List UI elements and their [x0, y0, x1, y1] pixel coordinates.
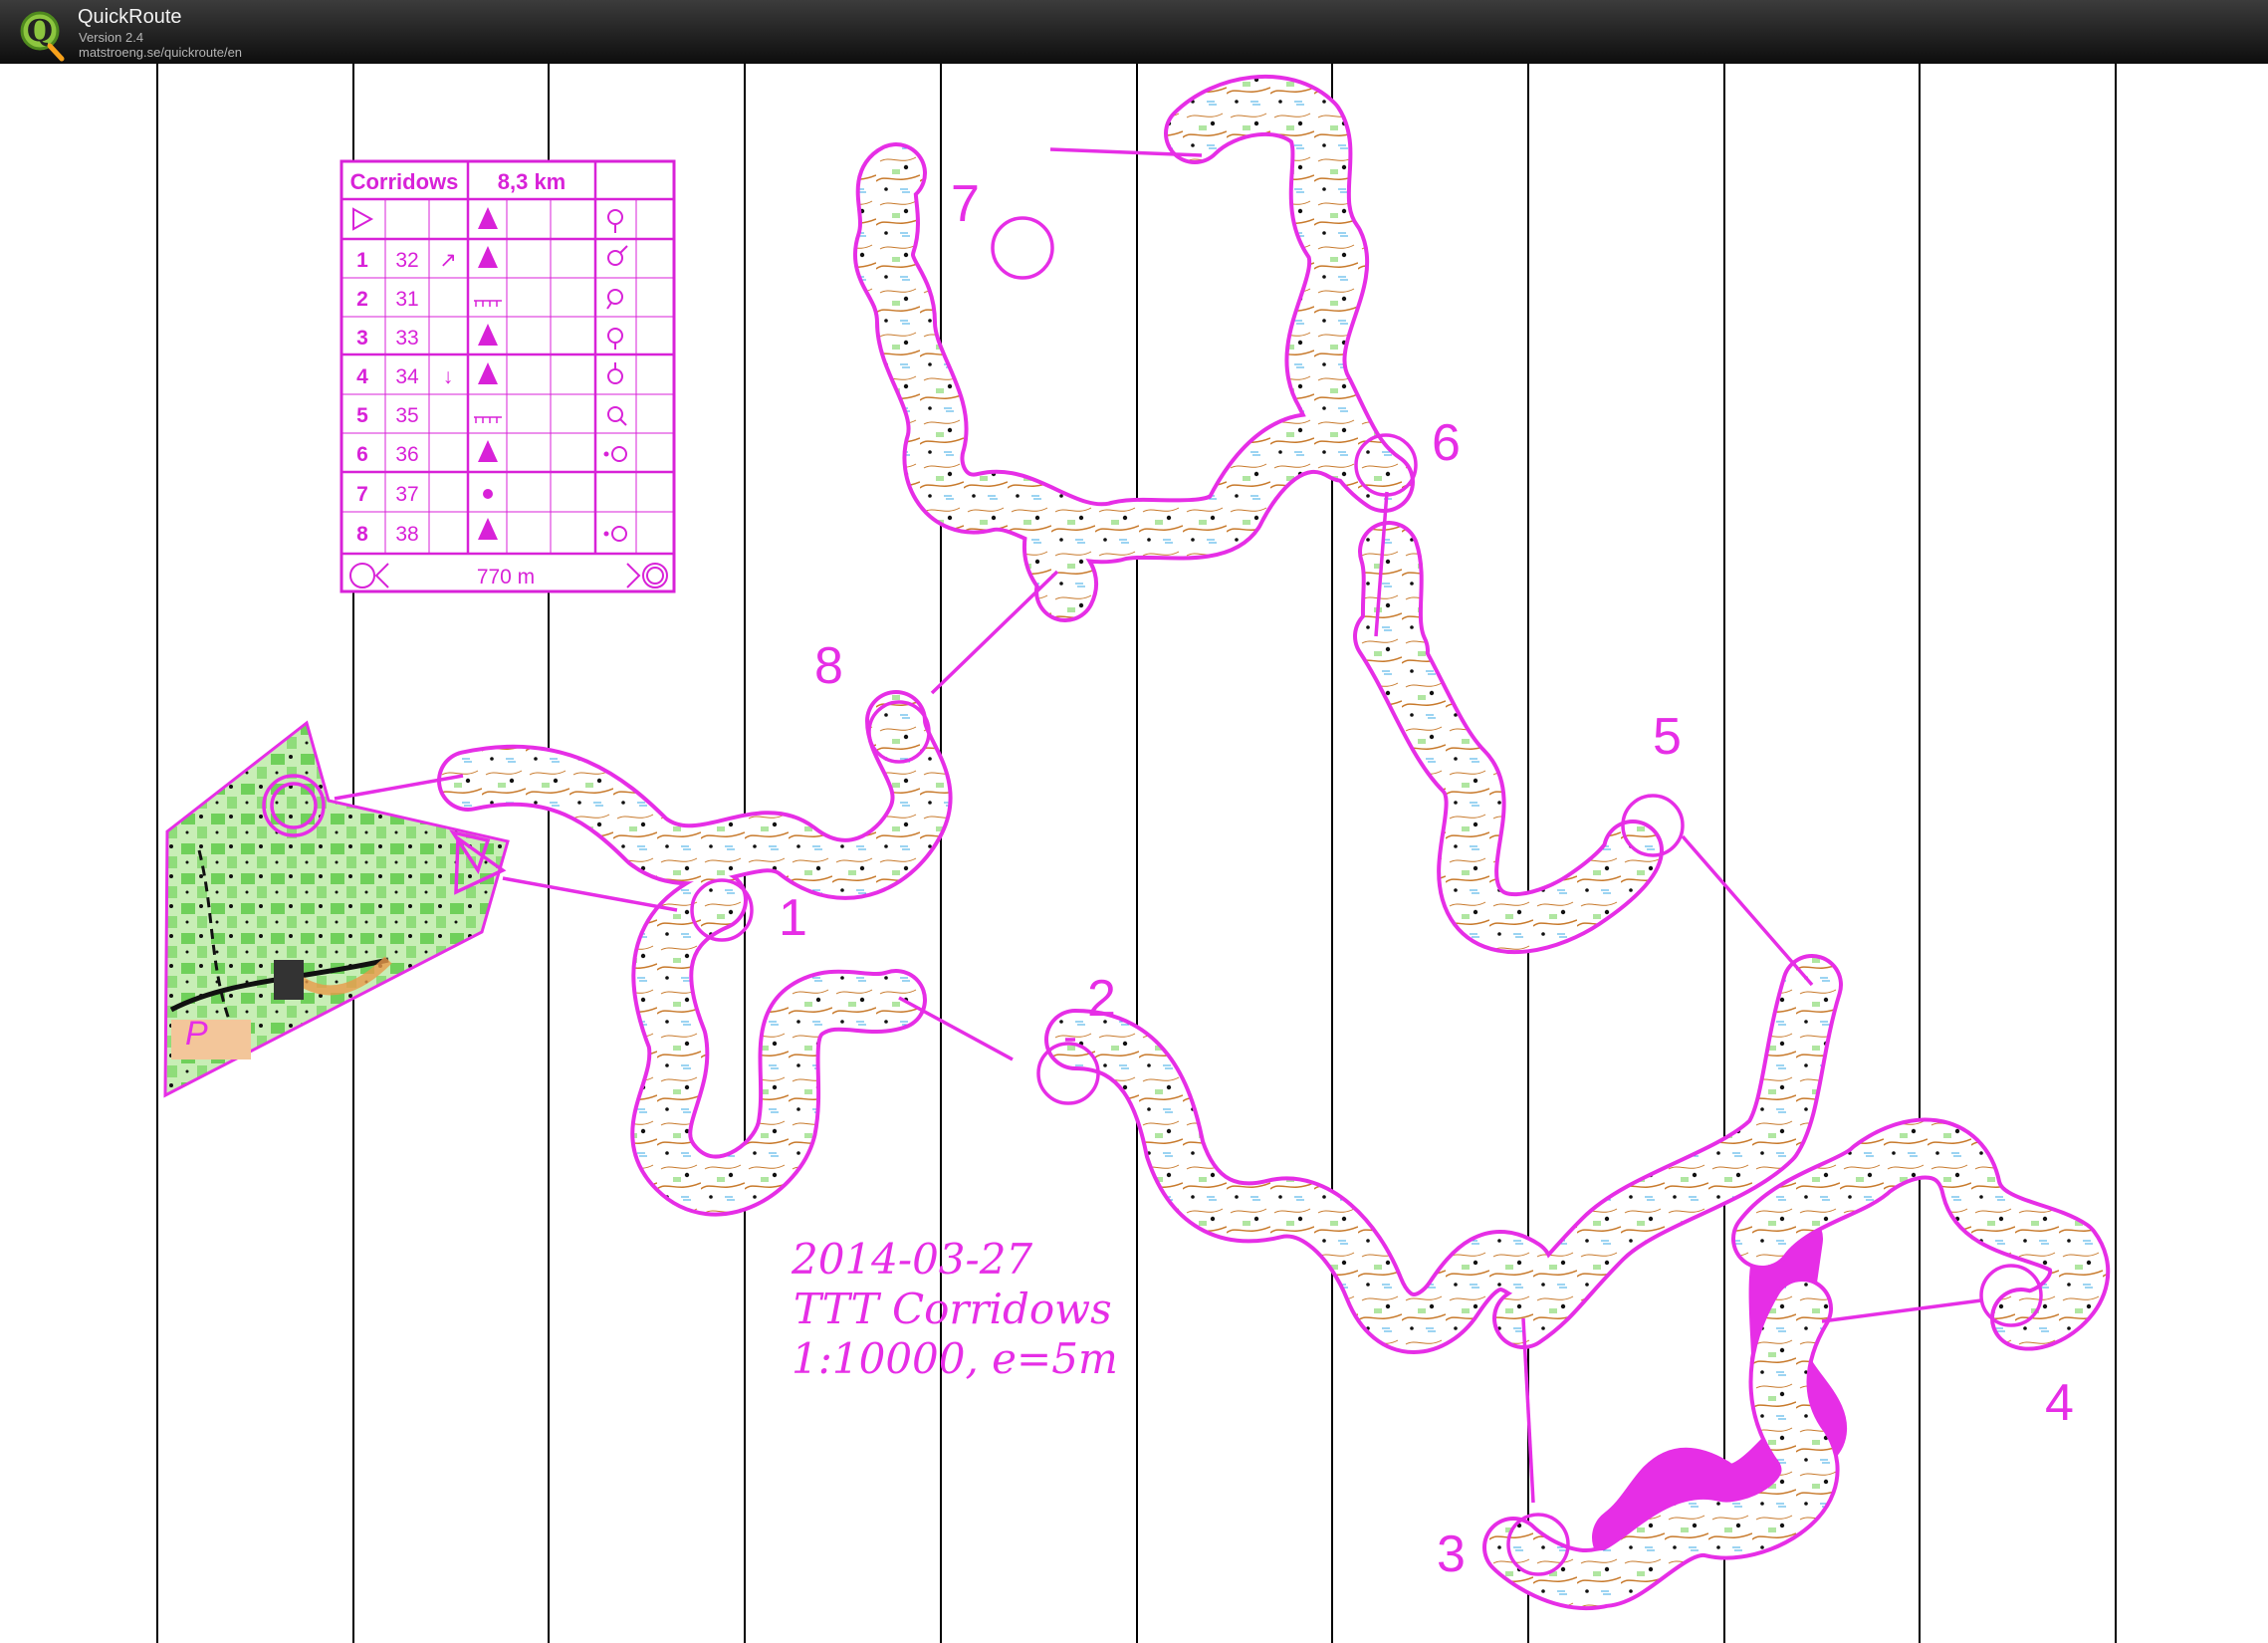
cd-row-3-code: 33 [395, 327, 418, 350]
control-label-2: 2 [1087, 970, 1116, 1028]
control-label-7: 7 [951, 175, 980, 233]
app-version: Version 2.4 [79, 30, 144, 45]
cd-row-4-num: 4 [356, 365, 368, 388]
app-title: QuickRoute [78, 6, 182, 28]
cd-row-1-dir: ↗ [439, 249, 457, 272]
map-title-name: TTT Corridows [794, 1285, 1112, 1333]
parking-label: P [185, 1015, 208, 1053]
map-title-scale: 1:10000, e=5m [792, 1334, 1118, 1383]
cd-row-7-code: 37 [395, 483, 418, 506]
control-circle-7 [991, 216, 1054, 280]
cd-course-length: 8,3 km [498, 169, 567, 194]
cd-row-7-num: 7 [356, 483, 368, 506]
control-label-6: 6 [1432, 414, 1461, 472]
control-label-3: 3 [1437, 1526, 1466, 1583]
cd-row-6-num: 6 [356, 443, 368, 466]
cd-row-2-num: 2 [356, 288, 368, 311]
control-label-8: 8 [814, 637, 843, 695]
cd-row-5-code: 35 [395, 404, 418, 427]
cd-row-2-code: 31 [395, 288, 418, 311]
control-label-4: 4 [2045, 1374, 2074, 1432]
cd-row-1-code: 32 [395, 249, 418, 272]
control-label-1: 1 [779, 889, 807, 947]
cd-row-1-num: 1 [356, 249, 368, 272]
control-description-sheet: Corridows 8,3 km 1 32 ↗ 2 31 3 33 4 34 ↓… [340, 159, 676, 593]
control-label-5: 5 [1653, 708, 1682, 766]
cd-row-8-code: 38 [395, 523, 418, 546]
cd-event-name: Corridows [350, 169, 459, 194]
corridor-terrain [441, 78, 2106, 1606]
orienteering-map[interactable]: P 1 2 3 4 5 6 7 8 2014-03-27 TTT Corrido… [0, 64, 2268, 1643]
cd-row-8-num: 8 [356, 523, 368, 546]
app-url: matstroeng.se/quickroute/en [79, 45, 243, 60]
cd-row-4-dir: ↓ [443, 365, 454, 388]
title-bar: Q QuickRoute Version 2.4 matstroeng.se/q… [0, 0, 2268, 64]
cd-finish-distance: 770 m [477, 566, 535, 588]
cd-row-5-num: 5 [356, 404, 368, 427]
quickroute-logo-icon: Q [20, 11, 65, 62]
cd-row-6-code: 36 [395, 443, 418, 466]
cd-row-3-num: 3 [356, 327, 368, 350]
cd-row-4-code: 34 [395, 365, 419, 388]
map-title-date: 2014-03-27 [791, 1235, 1032, 1284]
